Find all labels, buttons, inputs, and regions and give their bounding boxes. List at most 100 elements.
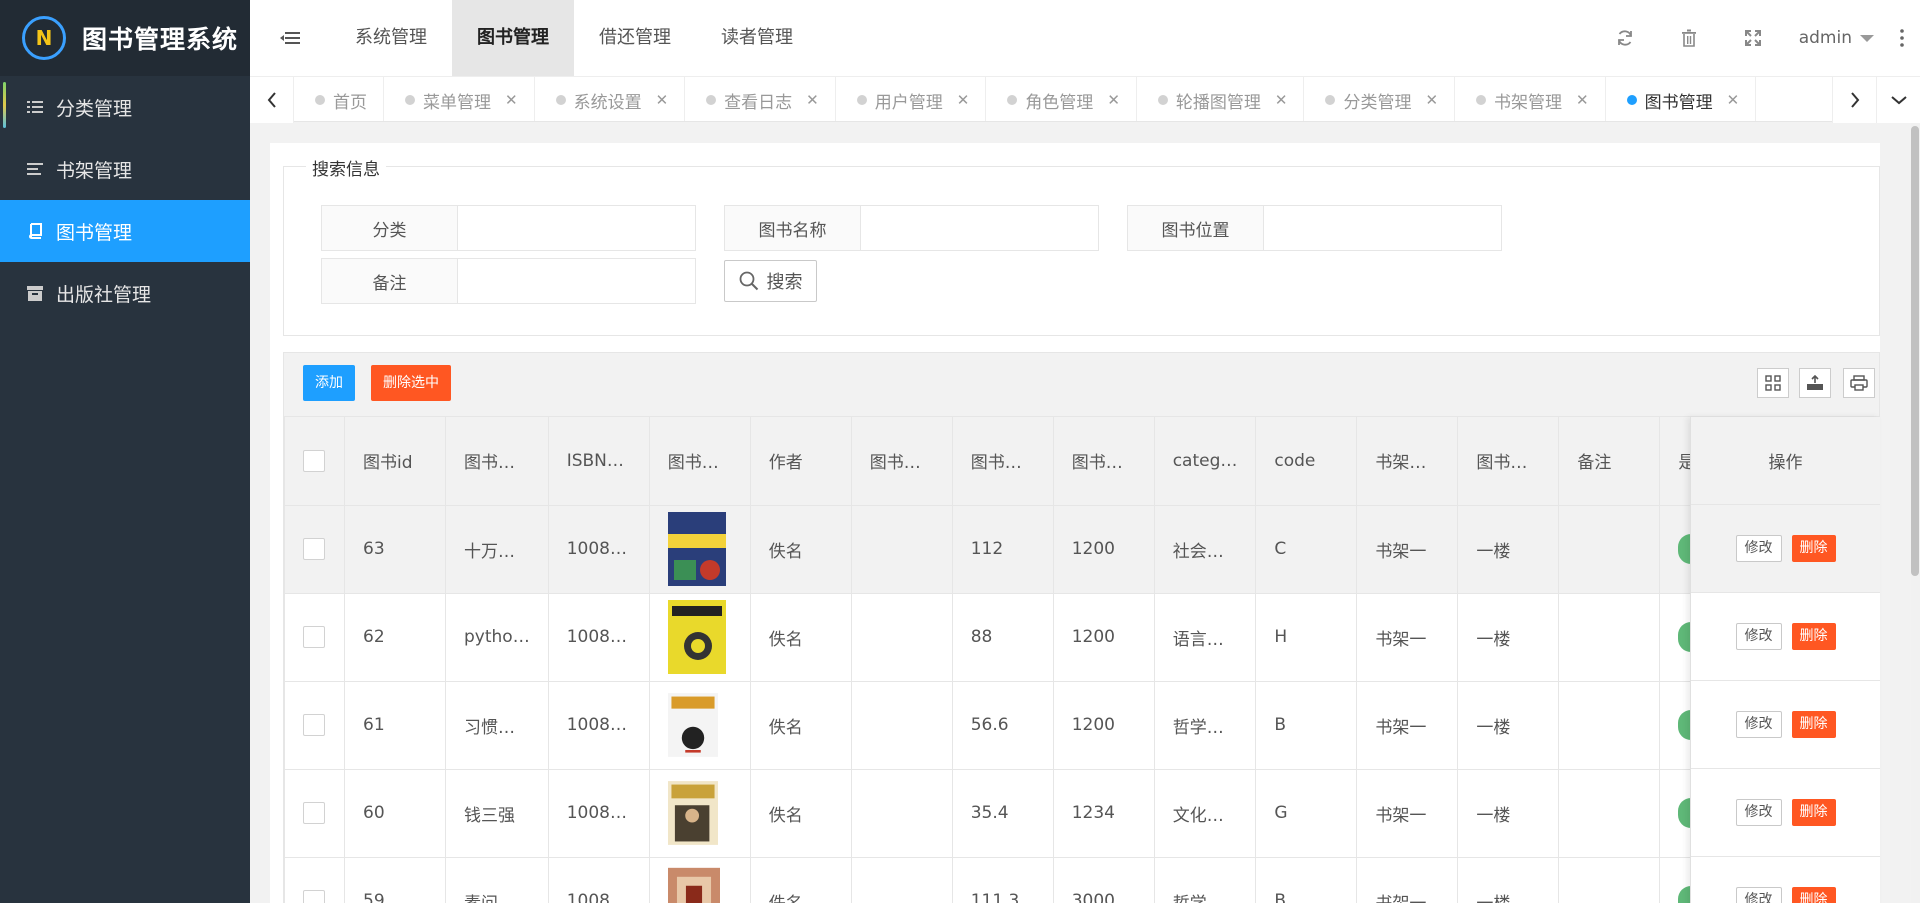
close-icon[interactable]: ✕ [1425,91,1438,109]
col-book-count[interactable]: 图书… [1052,417,1155,506]
edit-button[interactable]: 修改 [1735,535,1782,562]
table-row[interactable]: 63 十万… 1008… 佚名 112 1200 社会… C 书架一 一楼 [284,505,1762,594]
trash-icon[interactable] [1657,29,1721,47]
row-checkbox[interactable] [303,714,325,736]
user-menu[interactable]: admin [1799,28,1874,48]
content-area: 搜索信息 分类 图书名称 图书位置 备注 搜索 添加 删除选中 图书id 图书…… [250,123,1920,903]
close-icon[interactable]: ✕ [656,91,669,109]
table-row[interactable]: 59 素问 1008… 佚名 111.3 3000 哲学… B 书架一 一楼 [284,857,1762,903]
col-author[interactable]: 作者 [749,417,852,506]
select-all-checkbox[interactable] [303,449,325,472]
edit-button[interactable]: 修改 [1735,799,1782,826]
col-remark[interactable]: 备注 [1558,417,1661,506]
col-book-id[interactable]: 图书id [344,417,446,506]
col-bookshelf[interactable]: 书架… [1356,417,1459,506]
sidebar-item-label: 书架管理 [56,159,133,182]
tab-home[interactable]: 首页 [294,77,384,121]
menu-toggle-icon[interactable] [250,0,330,76]
scrollbar-thumb[interactable] [1911,126,1919,576]
book-name-input[interactable] [861,205,1099,251]
sidebar-item-publisher[interactable]: 出版社管理 [0,262,250,324]
search-button[interactable]: 搜索 [724,260,817,302]
close-icon[interactable]: ✕ [1275,91,1288,109]
row-checkbox[interactable] [303,626,325,648]
col-isbn[interactable]: ISBN… [547,417,650,506]
delete-button[interactable]: 删除 [1791,799,1836,826]
top-menu-borrow[interactable]: 借还管理 [574,0,696,76]
row-checkbox[interactable] [303,538,325,560]
tab-category[interactable]: 分类管理 ✕ [1304,77,1456,121]
sidebar-item-books[interactable]: 图书管理 [0,200,250,262]
edit-button[interactable]: 修改 [1735,887,1782,903]
edit-button[interactable]: 修改 [1735,711,1782,738]
col-code[interactable]: code [1255,417,1358,506]
row-checkbox-cell [284,593,345,682]
col-book-cover[interactable]: 图书… [648,417,751,506]
cell: 钱三强 [445,769,549,858]
delete-button[interactable]: 删除 [1791,623,1836,650]
tab-carousel[interactable]: 轮播图管理 ✕ [1137,77,1305,121]
location-input[interactable] [1264,205,1502,251]
cell: 60 [344,769,446,858]
top-menu-readers[interactable]: 读者管理 [696,0,818,76]
tabs-dropdown-icon[interactable] [1876,77,1920,123]
col-book-info[interactable]: 图书… [850,417,953,506]
export-icon[interactable] [1799,368,1831,398]
add-button[interactable]: 添加 [303,365,355,401]
fullscreen-icon[interactable] [1721,30,1785,46]
row-checkbox[interactable] [303,890,325,903]
cell: 社会… [1153,505,1257,594]
book-cover-image[interactable] [667,600,726,674]
print-icon[interactable] [1843,368,1875,398]
tab-bookshelf[interactable]: 书架管理 ✕ [1455,77,1606,121]
table-row[interactable]: 60 钱三强 1008… 佚名 35.4 1234 文化… G 书架一 一楼 [284,769,1762,858]
tabs-scroll-right-icon[interactable] [1832,77,1876,123]
search-row-book-name: 图书名称 [724,205,1099,251]
tab-logs[interactable]: 查看日志 ✕ [685,77,836,121]
tab-system-settings[interactable]: 系统设置 ✕ [535,77,686,121]
col-category[interactable]: categ… [1153,417,1257,506]
columns-filter-icon[interactable] [1757,368,1789,398]
col-book-location[interactable]: 图书… [1457,417,1560,506]
logo[interactable]: N 图书管理系统 [0,0,250,76]
sidebar-handle[interactable] [0,78,12,132]
delete-button[interactable]: 删除 [1791,711,1836,738]
tab-menu-manage[interactable]: 菜单管理 ✕ [384,77,535,121]
content-scrollbar[interactable] [1911,123,1920,903]
book-cover-image[interactable] [667,512,726,586]
close-icon[interactable]: ✕ [957,91,970,109]
delete-selected-button[interactable]: 删除选中 [371,365,451,401]
sidebar-item-bookshelf[interactable]: 书架管理 [0,138,250,200]
remark-input[interactable] [458,258,696,304]
tab-roles[interactable]: 角色管理 ✕ [986,77,1137,121]
table-row[interactable]: 62 pytho… 1008… 佚名 88 1200 语言… H 书架一 一楼 [284,593,1762,682]
tabs-scroll-left-icon[interactable] [250,77,294,123]
refresh-icon[interactable] [1593,29,1657,47]
close-icon[interactable]: ✕ [1727,91,1740,109]
delete-button[interactable]: 删除 [1791,535,1836,562]
col-book-price[interactable]: 图书… [951,417,1054,506]
cell: 十万… [445,505,549,594]
book-cover-image[interactable] [667,776,718,850]
tab-books[interactable]: 图书管理 ✕ [1606,77,1757,121]
cover-cell [648,857,751,903]
close-icon[interactable]: ✕ [505,91,518,109]
close-icon[interactable]: ✕ [1107,91,1120,109]
col-book-name[interactable]: 图书… [445,417,549,506]
edit-button[interactable]: 修改 [1735,623,1782,650]
top-menu-system[interactable]: 系统管理 [330,0,452,76]
tab-users[interactable]: 用户管理 ✕ [836,77,987,121]
cell: B [1255,681,1358,770]
table-row[interactable]: 61 习惯… 1008… 佚名 56.6 1200 哲学… B 书架一 一楼 [284,681,1762,770]
row-checkbox-cell [284,857,345,903]
book-cover-image[interactable] [667,688,718,762]
more-vertical-icon[interactable] [1884,29,1920,47]
top-menu-books[interactable]: 图书管理 [452,0,574,76]
book-cover-image[interactable] [667,864,720,903]
row-checkbox[interactable] [303,802,325,824]
delete-button[interactable]: 删除 [1791,887,1836,903]
sidebar-item-category[interactable]: 分类管理 [0,76,250,138]
close-icon[interactable]: ✕ [1576,91,1589,109]
category-input[interactable] [458,205,696,251]
close-icon[interactable]: ✕ [806,91,819,109]
